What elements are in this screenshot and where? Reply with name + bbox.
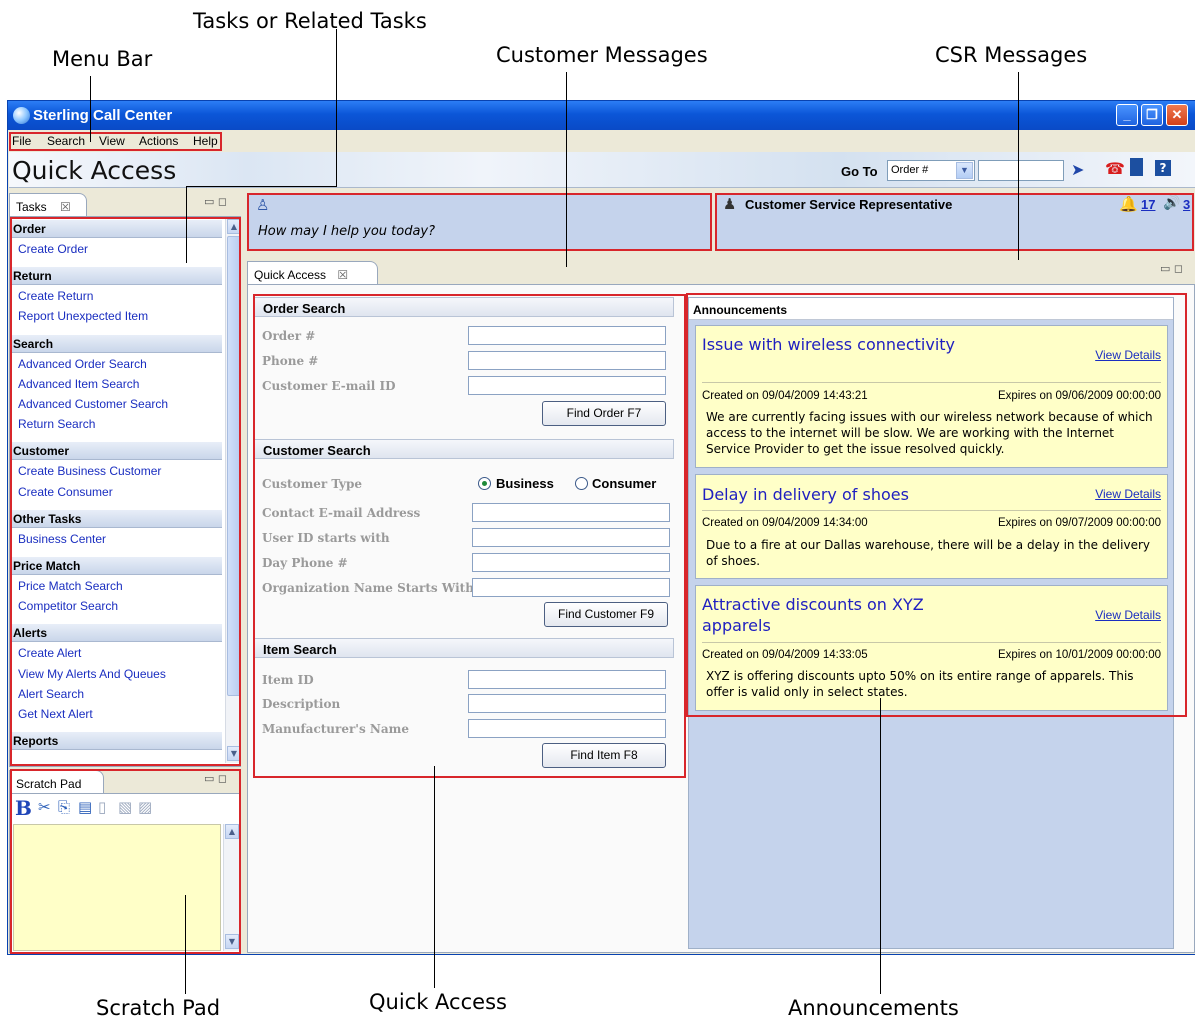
callout-tasks: Tasks or Related Tasks (193, 9, 427, 33)
goto-label: Go To (841, 164, 878, 179)
chevron-down-icon[interactable]: ▼ (956, 162, 973, 179)
restore-button[interactable]: ❐ (1141, 104, 1163, 126)
quick-access-minimize-icon[interactable]: ▭ ◻ (1160, 262, 1183, 275)
tab-tasks[interactable]: Tasks ☒ (9, 193, 87, 217)
csr-messages-highlight (715, 193, 1194, 251)
callout-customer-messages: Customer Messages (496, 43, 708, 67)
app-logo-icon (13, 107, 30, 124)
leader-line (90, 76, 91, 142)
tab-tasks-label: Tasks (16, 200, 47, 214)
window-title: Sterling Call Center (33, 107, 173, 124)
goto-input[interactable] (978, 160, 1064, 181)
logout-icon[interactable] (1130, 158, 1143, 176)
leader-line (1018, 72, 1019, 260)
callout-csr-messages: CSR Messages (935, 43, 1088, 67)
minimize-button[interactable]: _ (1116, 104, 1138, 126)
callout-announcements: Announcements (788, 996, 959, 1020)
go-arrow-icon[interactable]: ➤ (1071, 160, 1084, 179)
leader-line (434, 766, 435, 988)
scratch-highlight (10, 769, 241, 954)
leader-line (186, 186, 337, 187)
callout-quick-access: Quick Access (369, 990, 507, 1014)
quick-access-close-icon[interactable]: ☒ (337, 268, 348, 282)
title-bar: Sterling Call Center _ ❐ ✕ (8, 101, 1195, 130)
callout-scratch-pad: Scratch Pad (96, 996, 221, 1020)
tab-quick-access-label: Quick Access (254, 268, 327, 282)
tasks-highlight (10, 217, 241, 766)
quick-access-highlight (253, 294, 686, 778)
close-icon[interactable]: ☒ (60, 200, 71, 214)
close-button[interactable]: ✕ (1166, 104, 1188, 126)
menu-bar-highlight (9, 132, 222, 151)
leader-line (880, 698, 881, 994)
tab-quick-access[interactable]: Quick Access ☒ (247, 261, 378, 285)
help-icon[interactable]: ? (1155, 160, 1171, 176)
customer-messages-highlight (247, 193, 712, 251)
minimize-icon[interactable]: ▭ ◻ (204, 195, 227, 208)
leader-line (185, 895, 186, 994)
goto-select-value: Order # (891, 164, 929, 176)
page-title: Quick Access (12, 156, 177, 185)
leader-line (186, 186, 187, 263)
phone-icon[interactable]: ☎ (1105, 159, 1125, 178)
announcements-highlight (686, 293, 1187, 717)
callout-menu-bar: Menu Bar (52, 47, 153, 71)
goto-select[interactable]: Order # ▼ (887, 160, 975, 181)
leader-line (566, 72, 567, 267)
leader-line (336, 29, 337, 186)
